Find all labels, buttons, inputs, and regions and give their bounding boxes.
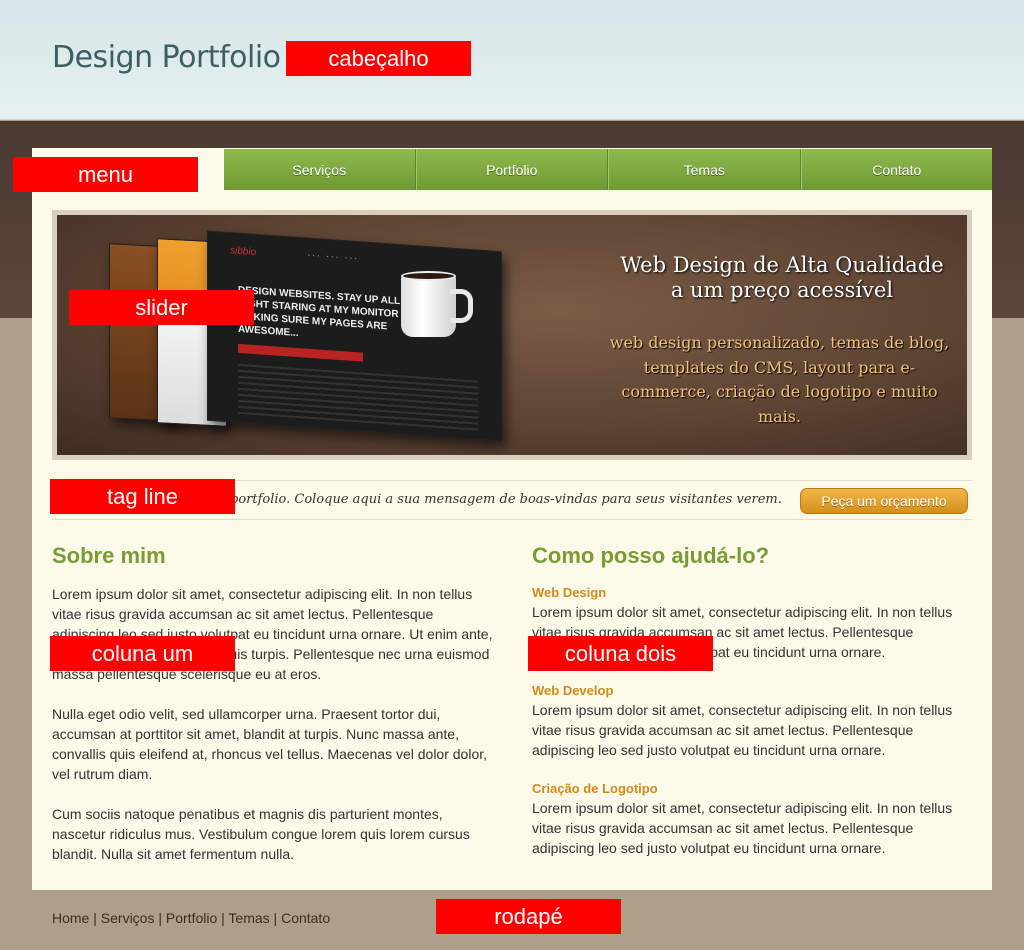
annotation-tagline-label: tag line [50, 479, 235, 514]
slider-title-line1: Web Design de Alta Qualidade [620, 253, 944, 277]
coffee-mug-rim-icon [401, 271, 456, 281]
service-item: Criação de Logotipo Lorem ipsum dolor si… [532, 780, 972, 858]
footer-link-servicos[interactable]: Serviços [101, 910, 155, 926]
footer-link-contato[interactable]: Contato [281, 910, 330, 926]
column-one: Lorem ipsum dolor sit amet, consectetur … [52, 584, 497, 884]
mockup-site-3: sibbio ••• ••• ••• DESIGN WEBSITES. STAY… [207, 230, 502, 442]
footer-link-home[interactable]: Home [52, 910, 89, 926]
mockup-heading: DESIGN WEBSITES. STAY UP ALL NIGHT STARI… [238, 284, 400, 340]
footer-link-temas[interactable]: Temas [228, 910, 269, 926]
column-two: Web Design Lorem ipsum dolor sit amet, c… [532, 584, 972, 878]
quote-button[interactable]: Peça um orçamento [800, 488, 968, 514]
annotation-slider-label: slider [69, 290, 254, 325]
about-paragraph: Cum sociis natoque penatibus et magnis d… [52, 806, 470, 862]
mockup-text-lines [238, 363, 478, 431]
footer-link-portfolio[interactable]: Portfolio [166, 910, 217, 926]
about-heading: Sobre mim [52, 543, 166, 568]
service-text: Lorem ipsum dolor sit amet, consectetur … [532, 800, 953, 856]
service-title[interactable]: Web Design [532, 584, 972, 602]
annotation-column-one-label: coluna um [50, 636, 235, 671]
annotation-column-two-label: coluna dois [528, 636, 713, 671]
service-item: Web Develop Lorem ipsum dolor sit amet, … [532, 682, 972, 760]
annotation-footer-label: rodapé [436, 899, 621, 934]
slider-description: web design personalizado, temas de blog,… [609, 333, 950, 426]
annotation-header-label: cabeçalho [286, 41, 471, 76]
service-title[interactable]: Web Develop [532, 682, 972, 700]
tagline-text: portfolio. Coloque aqui a sua mensagem d… [230, 492, 782, 507]
coffee-mug-icon [401, 275, 473, 337]
footer-separator: | [217, 910, 229, 926]
site-title[interactable]: Design Portfolio [52, 40, 281, 75]
mockup-red-bar [238, 343, 363, 362]
footer-links: Home | Serviços | Portfolio | Temas | Co… [52, 910, 330, 926]
menu-item-portfolio[interactable]: Portfolio [415, 149, 608, 190]
footer-separator: | [154, 910, 166, 926]
help-heading: Como posso ajudá-lo? [532, 543, 770, 568]
annotation-menu-label: menu [13, 157, 198, 192]
about-paragraph: Nulla eget odio velit, sed ullamcorper u… [52, 706, 488, 782]
slider-title: Web Design de Alta Qualidade a um preço … [597, 253, 967, 303]
service-title[interactable]: Criação de Logotipo [532, 780, 972, 798]
header-band: Design Portfolio [0, 0, 1024, 120]
menu-item-contato[interactable]: Contato [800, 149, 993, 190]
menu-item-servicos[interactable]: Serviços [224, 149, 416, 190]
slider[interactable]: sibbio ••• ••• ••• DESIGN WEBSITES. STAY… [57, 215, 967, 455]
main-menu: Serviços Portfolio Temas Contato [224, 149, 992, 190]
footer-separator: | [89, 910, 101, 926]
menu-item-temas[interactable]: Temas [608, 149, 801, 190]
mockup-nav: ••• ••• ••• [308, 252, 360, 263]
slider-title-line2: a um preço acessível [670, 278, 894, 302]
service-text: Lorem ipsum dolor sit amet, consectetur … [532, 702, 953, 758]
footer-separator: | [269, 910, 282, 926]
mockup-logo: sibbio [230, 245, 257, 259]
